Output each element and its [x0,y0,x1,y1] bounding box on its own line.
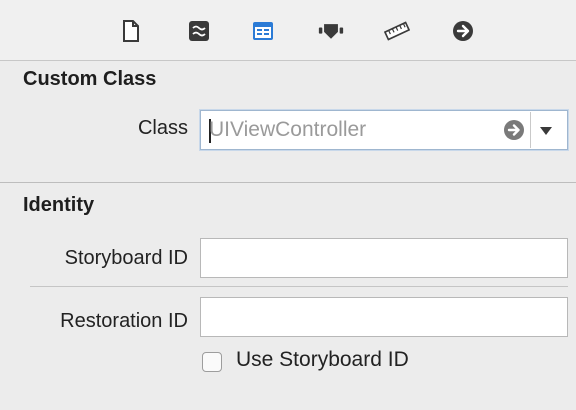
use-storyboard-id-label[interactable]: Use Storyboard ID [236,348,409,372]
storyboard-id-label: Storyboard ID [64,247,188,269]
class-dropdown-chevron-down-icon[interactable] [538,124,554,136]
class-input[interactable]: UIViewController [209,118,366,142]
restoration-id-label: Restoration ID [60,310,188,332]
go-to-class-arrow-icon[interactable] [503,119,525,141]
identity-heading: Identity [23,194,95,216]
class-label: Class [137,117,188,139]
size-inspector-icon[interactable] [384,18,410,44]
field-separator [30,286,568,287]
section-divider [0,182,576,183]
file-inspector-icon[interactable] [118,18,144,44]
custom-class-heading: Custom Class [23,68,157,90]
storyboard-id-field[interactable] [200,238,568,278]
identity-inspector-icon[interactable] [250,18,276,44]
use-storyboard-id-checkbox[interactable] [202,352,222,372]
combo-divider [530,112,531,148]
inspector-toolbar [0,0,576,61]
quick-help-icon[interactable] [186,18,212,44]
connections-inspector-icon[interactable] [450,18,476,44]
restoration-id-field[interactable] [200,297,568,337]
attributes-inspector-icon[interactable] [318,18,344,44]
